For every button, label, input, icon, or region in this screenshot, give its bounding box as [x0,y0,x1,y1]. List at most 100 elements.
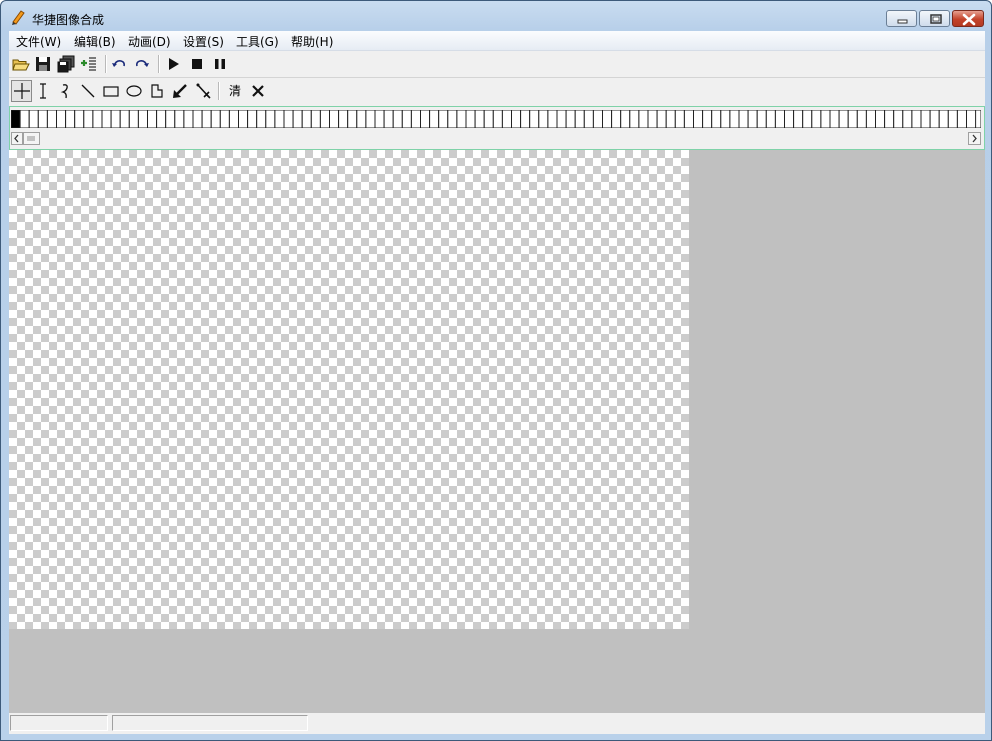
menu-edit[interactable]: 编辑(B) [74,33,116,50]
frame-cell[interactable] [674,110,685,128]
horizontal-scrollbar[interactable] [11,132,981,145]
frame-cell[interactable] [511,110,522,128]
frame-cell[interactable] [420,110,431,128]
frame-cell[interactable] [638,110,649,128]
frame-cell[interactable] [529,110,540,128]
frame-cell[interactable] [665,110,676,128]
frame-cell[interactable] [338,110,349,128]
frame-cell[interactable] [56,110,67,128]
canvas-area[interactable] [9,150,985,713]
frame-cell[interactable] [602,110,613,128]
frame-cell[interactable] [520,110,531,128]
frame-cell[interactable] [856,110,867,128]
frame-cell[interactable] [283,110,294,128]
frame-cell[interactable] [747,110,758,128]
frame-cell[interactable] [629,110,640,128]
pause-button[interactable] [210,54,230,74]
frame-cell[interactable] [811,110,822,128]
frame-cell[interactable] [83,110,94,128]
redo-button[interactable] [132,54,152,74]
menu-file[interactable]: 文件(W) [16,33,61,50]
frame-cell[interactable] [183,110,194,128]
frame-cell[interactable] [738,110,749,128]
frame-cell[interactable] [365,110,376,128]
frame-cell[interactable] [356,110,367,128]
frame-cell[interactable] [711,110,722,128]
frame-cell[interactable] [784,110,795,128]
freehand-tool-button[interactable] [55,81,75,101]
frame-cell[interactable] [966,110,977,128]
frame-cell[interactable] [174,110,185,128]
frame-cell[interactable] [902,110,913,128]
frame-cell[interactable] [274,110,285,128]
frame-cell[interactable] [247,110,258,128]
frame-cell[interactable] [201,110,212,128]
frame-cell[interactable] [156,110,167,128]
frame-cell[interactable] [210,110,221,128]
frame-cell[interactable] [929,110,940,128]
frame-cell[interactable] [793,110,804,128]
frame-cell[interactable] [875,110,886,128]
eyedropper-tool-button[interactable] [193,81,213,101]
frame-cell[interactable] [228,110,239,128]
frame-cell[interactable] [583,110,594,128]
frame-cell[interactable] [693,110,704,128]
ellipse-tool-button[interactable] [124,81,144,101]
frame-cell[interactable] [128,110,139,128]
frame-strip[interactable] [11,110,981,128]
frame-cell[interactable] [938,110,949,128]
title-bar[interactable]: 华捷图像合成 [1,1,991,31]
frame-cell[interactable] [28,110,39,128]
line-tool-button[interactable] [78,81,98,101]
frame-cell[interactable] [483,110,494,128]
frame-cell[interactable] [137,110,149,128]
frame-cell[interactable] [702,110,713,128]
frame-cell[interactable] [256,110,267,128]
frame-cell[interactable] [447,110,458,128]
frame-cell[interactable] [647,110,658,128]
frame-cell[interactable] [265,110,276,128]
frame-cell[interactable] [410,110,421,128]
frame-cell[interactable] [611,110,622,128]
frame-cell[interactable] [110,110,121,128]
frame-cell[interactable] [392,110,403,128]
frame-cell[interactable] [474,110,485,128]
frame-cell[interactable] [729,110,740,128]
frame-cell[interactable] [347,110,358,128]
frame-cell[interactable] [165,110,176,128]
frame-cell[interactable] [911,110,922,128]
frame-cell[interactable] [429,110,440,128]
frame-cell[interactable] [956,110,968,128]
frame-cell[interactable] [756,110,767,128]
frame-cell[interactable] [319,110,330,128]
frame-cell[interactable] [74,110,85,128]
menu-help[interactable]: 帮助(H) [291,33,333,50]
stop-button[interactable] [187,54,207,74]
frame-cell[interactable] [774,110,786,128]
save-button[interactable] [33,54,53,74]
frame-cell[interactable] [37,110,48,128]
frame-cell[interactable] [538,110,549,128]
clear-button[interactable]: 清 [225,81,245,101]
frame-cell[interactable] [884,110,895,128]
frame-cell[interactable] [383,110,394,128]
frame-cell[interactable] [683,110,695,128]
frame-cell[interactable] [456,110,467,128]
frame-cell[interactable] [501,110,512,128]
frame-cell[interactable] [947,110,958,128]
frame-cell[interactable] [92,110,103,128]
frame-cell[interactable] [301,110,312,128]
frame-cell[interactable] [893,110,904,128]
frame-cell-selected[interactable] [11,110,21,128]
frame-cell[interactable] [547,110,558,128]
frame-cell[interactable] [19,110,30,128]
frame-cell[interactable] [865,110,877,128]
frame-cell[interactable] [492,110,503,128]
select-tool-button[interactable] [11,80,32,102]
frame-cell[interactable] [147,110,158,128]
frame-cell[interactable] [329,110,340,128]
save-all-button[interactable] [56,54,76,74]
frame-cell[interactable] [574,110,585,128]
frame-cell[interactable] [310,110,321,128]
frame-cell[interactable] [401,110,412,128]
